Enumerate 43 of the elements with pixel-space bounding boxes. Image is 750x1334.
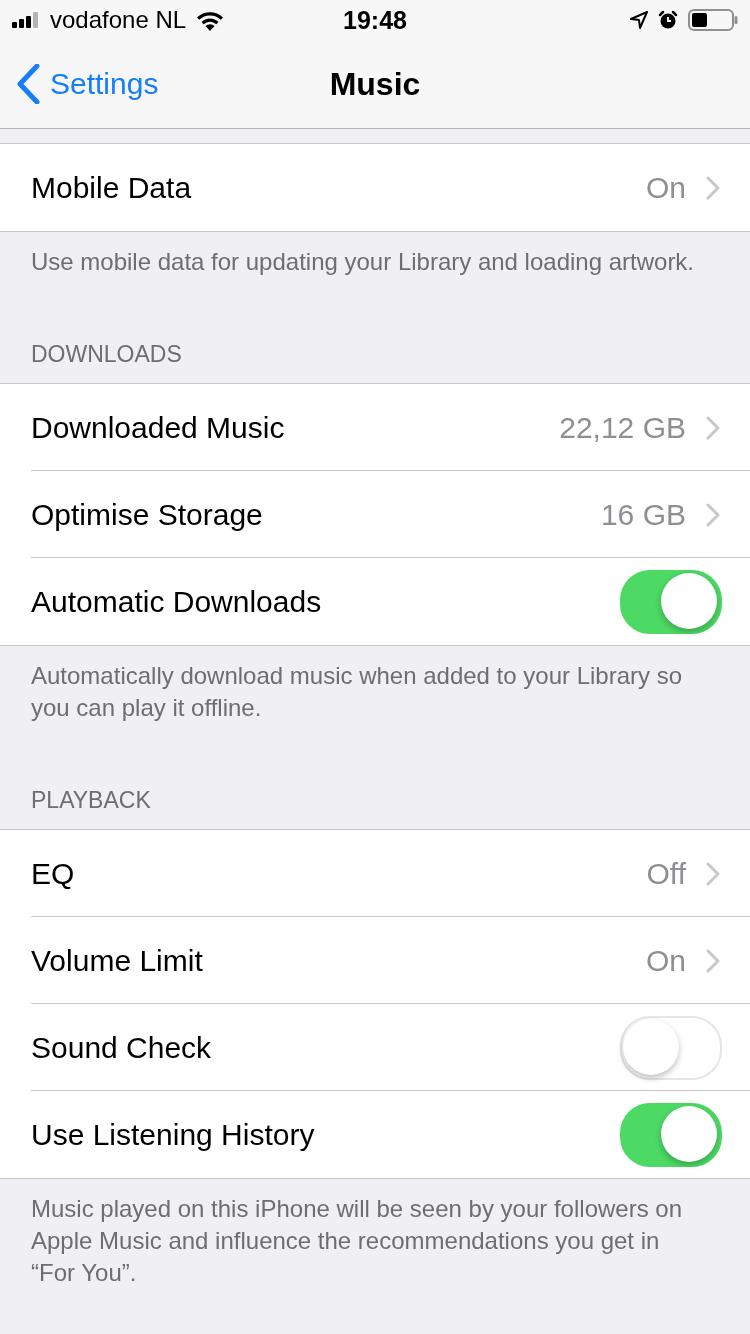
chevron-right-icon bbox=[706, 861, 720, 886]
screen-title: Music bbox=[328, 65, 422, 103]
chevron-right-icon bbox=[706, 415, 720, 440]
section-footer: Music played on this iPhone will be seen by your followers on Apple Music and influence the recommendations you get in “For You”. bbox=[0, 1179, 750, 1289]
row-value: On bbox=[645, 170, 686, 205]
section-footer: Use mobile data for updating your Library and loading artwork. bbox=[0, 232, 750, 278]
row-label: Sound Check bbox=[31, 1030, 213, 1065]
chevron-right-icon bbox=[706, 948, 720, 973]
carrier-name: vodafone NL bbox=[50, 6, 187, 34]
section-header: PLAYBACK bbox=[30, 786, 152, 815]
settings-row[interactable]: EQ Off bbox=[0, 830, 750, 917]
row-value: 22,12 GB bbox=[559, 410, 686, 445]
clock-time: 19:48 bbox=[342, 5, 408, 35]
chevron-right-icon bbox=[706, 502, 720, 527]
battery-icon bbox=[688, 9, 738, 31]
settings-row[interactable]: Use Listening History bbox=[0, 1091, 750, 1178]
signal-icon bbox=[12, 12, 40, 28]
row-value: On bbox=[645, 943, 686, 978]
row-value: 16 GB bbox=[600, 497, 686, 532]
section-footer: Automatically download music when added to your Library so you can play it offline. bbox=[0, 646, 750, 724]
row-label: EQ bbox=[31, 856, 76, 891]
toggle-switch[interactable] bbox=[620, 1102, 722, 1167]
toggle-switch[interactable] bbox=[620, 569, 722, 634]
alarm-clock-icon bbox=[658, 10, 678, 30]
settings-row[interactable]: Automatic Downloads bbox=[0, 558, 750, 645]
settings-row[interactable]: Sound Check bbox=[0, 1004, 750, 1091]
settings-row[interactable]: Volume Limit On bbox=[0, 917, 750, 1004]
row-label: Mobile Data bbox=[31, 170, 193, 205]
settings-row[interactable]: Mobile Data On bbox=[0, 144, 750, 231]
wifi-icon bbox=[196, 9, 225, 31]
row-label: Downloaded Music bbox=[31, 410, 286, 445]
row-value: Off bbox=[646, 856, 686, 891]
settings-row[interactable]: Downloaded Music 22,12 GB bbox=[0, 384, 750, 471]
location-arrow-icon bbox=[630, 11, 648, 29]
row-label: Optimise Storage bbox=[31, 497, 264, 532]
settings-row[interactable]: Optimise Storage 16 GB bbox=[0, 471, 750, 558]
row-label: Volume Limit bbox=[31, 943, 204, 978]
section-header: DOWNLOADS bbox=[30, 340, 183, 369]
row-label: Use Listening History bbox=[31, 1117, 316, 1152]
chevron-left-icon bbox=[16, 64, 40, 104]
chevron-right-icon bbox=[706, 175, 720, 200]
back-button[interactable]: Settings bbox=[0, 64, 159, 104]
row-label: Automatic Downloads bbox=[31, 584, 323, 619]
